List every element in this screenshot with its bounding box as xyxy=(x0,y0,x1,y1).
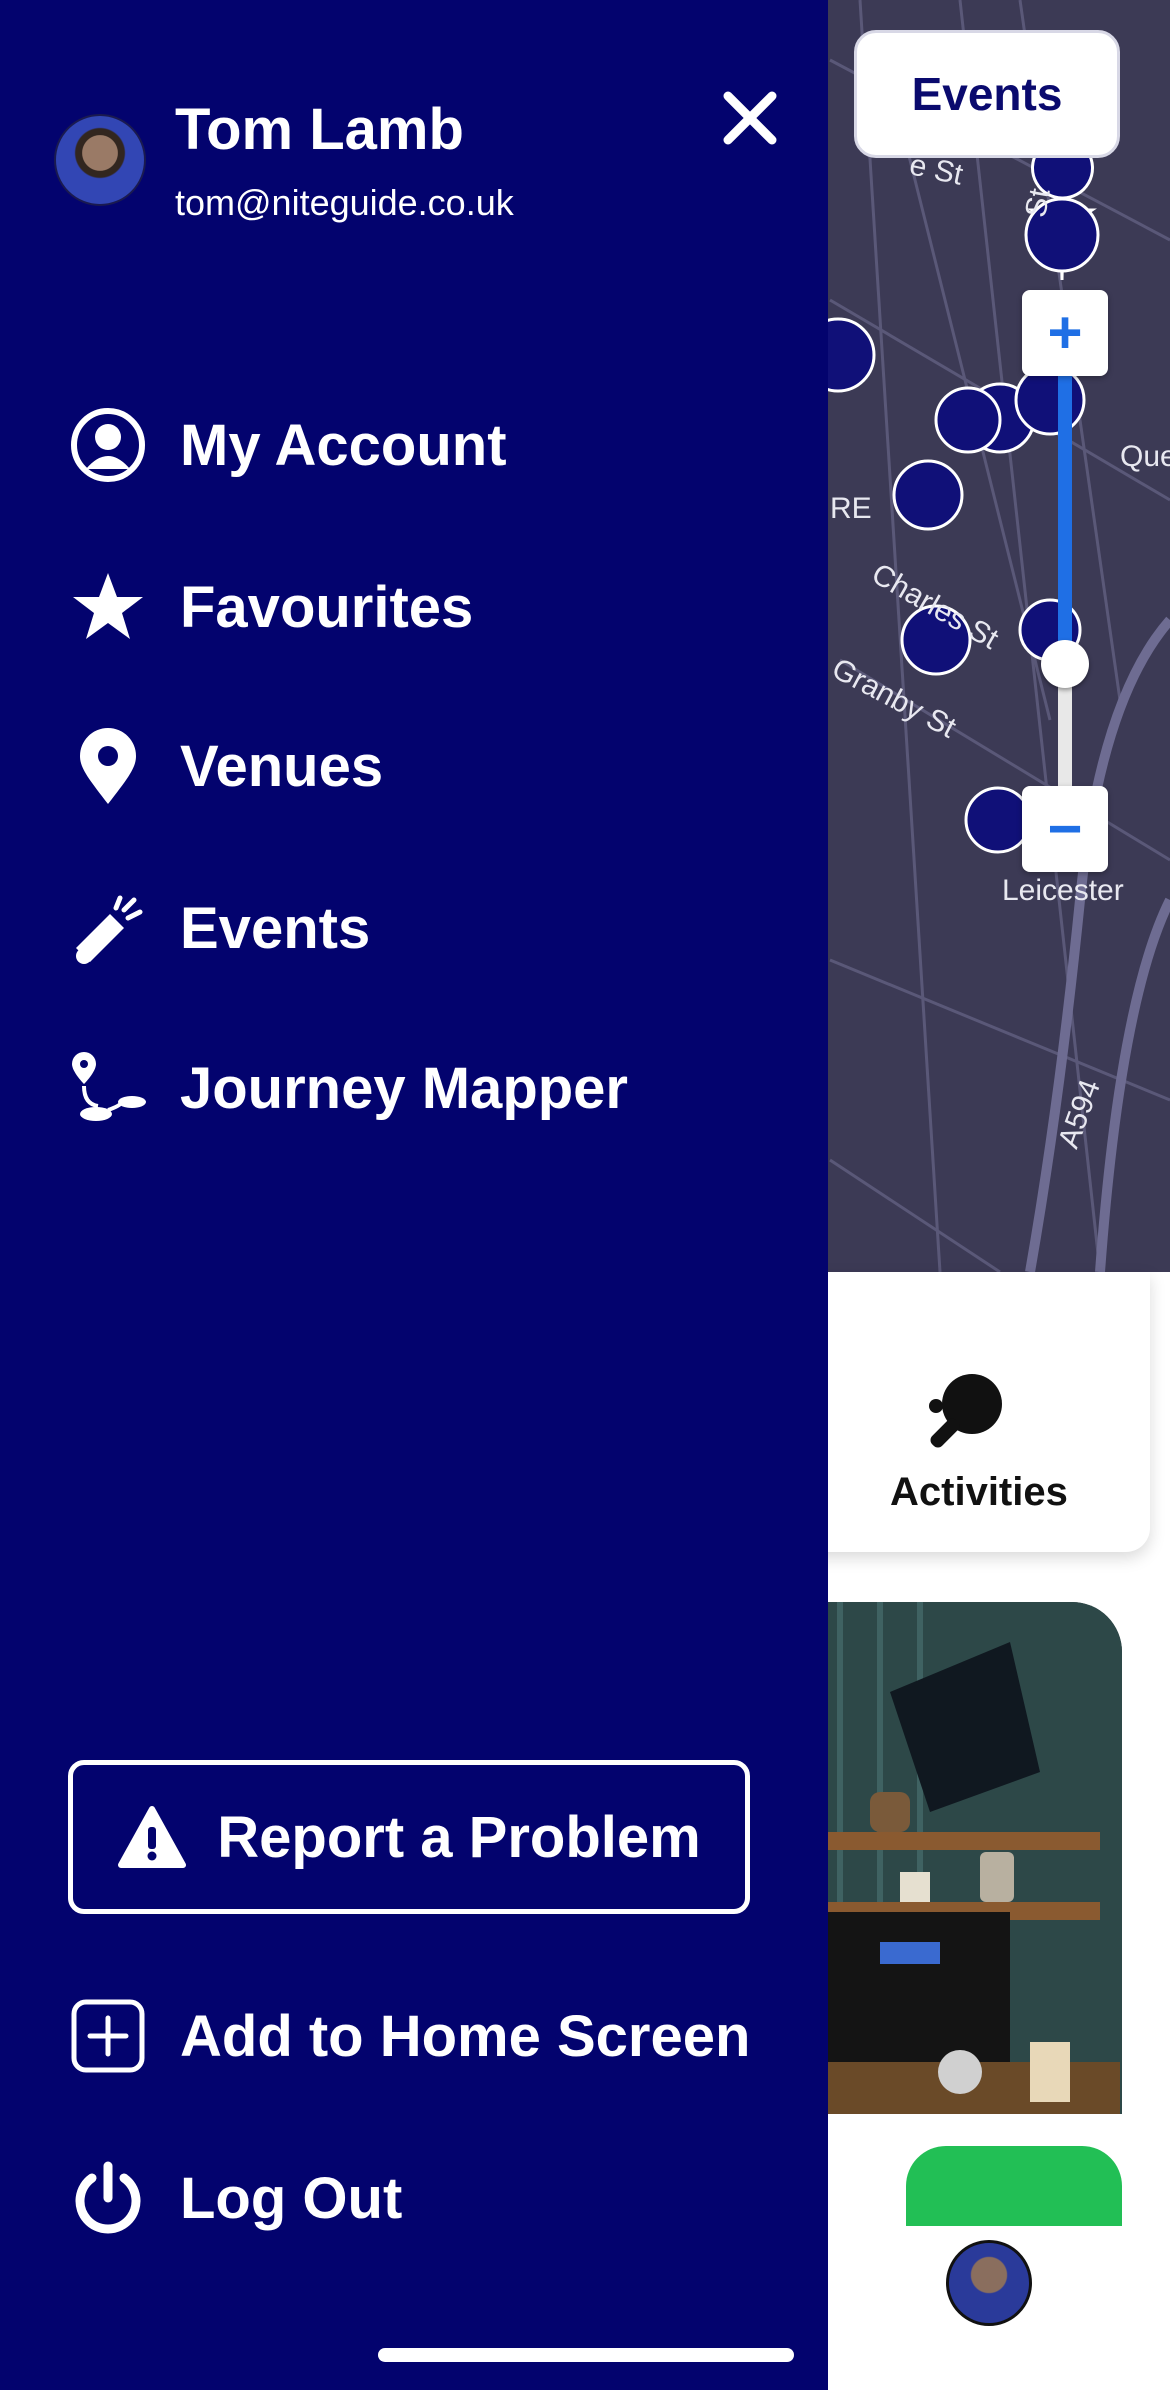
party-popper-icon xyxy=(68,888,148,968)
zoom-out-button[interactable]: − xyxy=(1022,786,1108,872)
events-filter-chip[interactable]: Events xyxy=(854,30,1120,158)
venue-photo[interactable] xyxy=(780,1602,1122,2114)
log-out-button[interactable]: Log Out xyxy=(68,2148,402,2248)
menu-item-venues[interactable]: Venues xyxy=(68,716,383,816)
street-label-re: RE xyxy=(830,492,872,525)
home-indicator xyxy=(378,2348,794,2362)
plus-square-icon xyxy=(68,1996,148,2076)
user-avatar xyxy=(54,114,146,206)
street-label-que: Que xyxy=(1120,440,1170,473)
menu-item-my-account[interactable]: My Account xyxy=(68,395,507,495)
add-home-label: Add to Home Screen xyxy=(180,2003,751,2069)
activities-label: Activities xyxy=(890,1470,1068,1514)
add-to-home-screen-button[interactable]: Add to Home Screen xyxy=(68,1986,750,2086)
route-icon xyxy=(68,1048,148,1128)
zoom-in-button[interactable]: + xyxy=(1022,290,1108,376)
ping-pong-icon xyxy=(929,1374,1002,1448)
profile-avatar-button[interactable] xyxy=(946,2240,1032,2326)
menu-item-journey-mapper[interactable]: Journey Mapper xyxy=(68,1038,628,1138)
menu-item-events[interactable]: Events xyxy=(68,878,370,978)
side-drawer: Tom Lamb tom@niteguide.co.uk My Account … xyxy=(0,0,828,2390)
menu-item-label: Events xyxy=(180,895,371,961)
menu-item-label: Venues xyxy=(180,733,384,799)
account-circle-icon xyxy=(68,405,148,485)
menu-item-label: Favourites xyxy=(180,574,474,640)
green-action-button[interactable] xyxy=(906,2146,1122,2226)
star-icon xyxy=(68,567,148,647)
report-problem-label: Report a Problem xyxy=(217,1804,701,1870)
close-icon[interactable] xyxy=(718,86,782,150)
power-icon xyxy=(68,2158,148,2238)
activities-card[interactable]: Activities xyxy=(780,1272,1150,1552)
menu-item-favourites[interactable]: Favourites xyxy=(68,557,473,657)
zoom-track-active xyxy=(1058,330,1072,660)
warning-icon xyxy=(118,1806,187,1868)
street-label-leicester: Leicester xyxy=(1002,874,1124,907)
map-pin-icon xyxy=(68,726,148,806)
street-label-st: St xyxy=(1019,186,1057,220)
menu-item-label: My Account xyxy=(180,412,507,478)
report-problem-button[interactable]: Report a Problem xyxy=(68,1760,750,1914)
menu-item-label: Journey Mapper xyxy=(180,1055,628,1121)
zoom-slider-handle[interactable] xyxy=(1041,640,1089,688)
venue-photo-image xyxy=(780,1602,1122,2114)
user-email: tom@niteguide.co.uk xyxy=(175,182,514,223)
log-out-label: Log Out xyxy=(180,2165,403,2231)
user-name: Tom Lamb xyxy=(175,97,464,162)
